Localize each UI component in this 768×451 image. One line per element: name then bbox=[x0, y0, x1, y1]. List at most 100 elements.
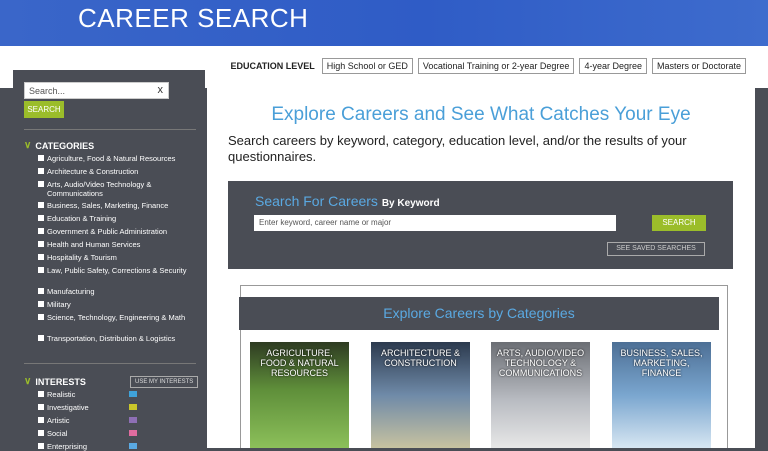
education-option-high-school[interactable]: High School or GED bbox=[321, 58, 413, 74]
education-option-4-year[interactable]: 4-year Degree bbox=[579, 58, 647, 74]
checkbox[interactable] bbox=[38, 155, 44, 161]
category-label: Transportation, Distribution & Logistics bbox=[47, 334, 176, 343]
category-tile-architecture[interactable]: ARCHITECTURE & CONSTRUCTION bbox=[371, 342, 470, 448]
category-item-military[interactable]: Military bbox=[38, 300, 188, 309]
sidebar-search-placeholder: Search... bbox=[29, 86, 66, 96]
tile-label: ARCHITECTURE & CONSTRUCTION bbox=[380, 348, 460, 368]
category-item-health[interactable]: Health and Human Services bbox=[38, 240, 188, 249]
category-label: Agriculture, Food & Natural Resources bbox=[47, 154, 176, 163]
checkbox[interactable] bbox=[38, 443, 44, 449]
clear-icon[interactable]: x bbox=[158, 84, 164, 96]
keyword-search-title-main: Search For Careers bbox=[255, 193, 378, 209]
checkbox[interactable] bbox=[38, 404, 44, 410]
category-label: Business, Sales, Marketing, Finance bbox=[47, 201, 169, 210]
category-label: Government & Public Administration bbox=[47, 227, 168, 236]
category-item-arts[interactable]: Arts, Audio/Video Technology & Communica… bbox=[38, 180, 188, 198]
categories-heading-label: CATEGORIES bbox=[35, 140, 95, 151]
interest-item-realistic[interactable]: Realistic bbox=[38, 390, 138, 399]
checkbox[interactable] bbox=[38, 267, 44, 273]
category-item-government[interactable]: Government & Public Administration bbox=[38, 227, 188, 236]
checkbox[interactable] bbox=[38, 181, 44, 187]
checkbox[interactable] bbox=[38, 301, 44, 307]
checkbox[interactable] bbox=[38, 288, 44, 294]
checkbox[interactable] bbox=[38, 241, 44, 247]
sidebar: Search... x SEARCH ∨ CATEGORIES Agricult… bbox=[13, 70, 205, 451]
checkbox[interactable] bbox=[38, 314, 44, 320]
keyword-search-title-sub: By Keyword bbox=[381, 198, 440, 209]
checkbox[interactable] bbox=[38, 168, 44, 174]
category-item-hospitality[interactable]: Hospitality & Tourism bbox=[38, 253, 188, 262]
category-tile-agriculture[interactable]: AGRICULTURE, FOOD & NATURAL RESOURCES bbox=[250, 342, 349, 448]
education-option-masters[interactable]: Masters or Doctorate bbox=[651, 58, 746, 74]
category-label: Hospitality & Tourism bbox=[47, 253, 117, 262]
category-label: Arts, Audio/Video Technology & Communica… bbox=[47, 180, 152, 198]
education-level-label: EDUCATION LEVEL bbox=[230, 61, 315, 71]
keyword-search-panel: Search For Careers By Keyword Enter keyw… bbox=[228, 181, 733, 269]
interest-label: Realistic bbox=[47, 390, 76, 399]
category-item-architecture[interactable]: Architecture & Construction bbox=[38, 167, 188, 176]
category-tile-arts[interactable]: ARTS, AUDIO/VIDEO TECHNOLOGY & COMMUNICA… bbox=[491, 342, 590, 448]
category-item-manufacturing[interactable]: Manufacturing bbox=[38, 287, 188, 296]
main-content: Explore Careers and See What Catches You… bbox=[207, 88, 755, 448]
interest-color-swatch bbox=[129, 417, 137, 423]
checkbox[interactable] bbox=[38, 430, 44, 436]
checkbox[interactable] bbox=[38, 417, 44, 423]
interest-item-artistic[interactable]: Artistic bbox=[38, 416, 138, 425]
tile-label: ARTS, AUDIO/VIDEO TECHNOLOGY & COMMUNICA… bbox=[496, 348, 585, 378]
page-title: CAREER SEARCH bbox=[78, 3, 309, 33]
checkbox[interactable] bbox=[38, 254, 44, 260]
chevron-down-icon: ∨ bbox=[24, 376, 32, 387]
interest-item-social[interactable]: Social bbox=[38, 429, 138, 438]
interest-color-swatch bbox=[129, 391, 137, 397]
main-description: Search careers by keyword, category, edu… bbox=[228, 133, 687, 164]
keyword-search-title: Search For Careers By Keyword bbox=[255, 193, 440, 209]
use-my-interests-button[interactable]: USE MY INTERESTS bbox=[130, 376, 199, 388]
sidebar-search-input[interactable]: Search... x bbox=[24, 82, 169, 99]
category-label: Manufacturing bbox=[47, 287, 95, 296]
category-item-agriculture[interactable]: Agriculture, Food & Natural Resources bbox=[38, 154, 188, 163]
category-item-science[interactable]: Science, Technology, Engineering & Math bbox=[38, 313, 188, 322]
tile-label: BUSINESS, SALES, MARKETING, FINANCE bbox=[620, 348, 703, 378]
tile-label: AGRICULTURE, FOOD & NATURAL RESOURCES bbox=[260, 348, 339, 378]
category-item-education[interactable]: Education & Training bbox=[38, 214, 188, 223]
category-label: Architecture & Construction bbox=[47, 167, 139, 176]
interests-heading[interactable]: ∨ INTERESTS bbox=[24, 376, 86, 387]
checkbox[interactable] bbox=[38, 228, 44, 234]
checkbox[interactable] bbox=[38, 215, 44, 221]
categories-heading[interactable]: ∨ CATEGORIES bbox=[24, 140, 94, 151]
category-label: Education & Training bbox=[47, 214, 117, 223]
interest-item-enterprising[interactable]: Enterprising bbox=[38, 442, 138, 451]
sidebar-divider bbox=[24, 363, 196, 364]
interest-color-swatch bbox=[129, 430, 137, 436]
keyword-search-input[interactable]: Enter keyword, career name or major bbox=[254, 215, 616, 231]
interest-label: Artistic bbox=[47, 416, 70, 425]
interest-label: Social bbox=[47, 429, 68, 438]
categories-heading-bar: Explore Careers by Categories bbox=[239, 297, 719, 330]
category-label: Health and Human Services bbox=[47, 240, 141, 249]
interest-color-swatch bbox=[129, 404, 137, 410]
category-item-law[interactable]: Law, Public Safety, Corrections & Securi… bbox=[38, 266, 188, 275]
interest-label: Investigative bbox=[47, 403, 89, 412]
category-label: Science, Technology, Engineering & Math bbox=[47, 313, 186, 322]
category-tile-business[interactable]: BUSINESS, SALES, MARKETING, FINANCE bbox=[612, 342, 711, 448]
see-saved-searches-button[interactable]: SEE SAVED SEARCHES bbox=[607, 242, 705, 256]
interest-item-investigative[interactable]: Investigative bbox=[38, 403, 138, 412]
checkbox[interactable] bbox=[38, 391, 44, 397]
category-label: Military bbox=[47, 300, 71, 309]
category-item-transportation[interactable]: Transportation, Distribution & Logistics bbox=[38, 334, 188, 343]
chevron-down-icon: ∨ bbox=[24, 140, 32, 151]
sidebar-search-button[interactable]: SEARCH bbox=[24, 101, 64, 118]
sidebar-divider bbox=[24, 129, 196, 130]
checkbox[interactable] bbox=[38, 335, 44, 341]
education-level-filter: EDUCATION LEVEL High School or GED Vocat… bbox=[230, 58, 746, 74]
main-heading: Explore Careers and See What Catches You… bbox=[271, 104, 691, 125]
keyword-search-button[interactable]: SEARCH bbox=[652, 215, 706, 231]
category-label: Law, Public Safety, Corrections & Securi… bbox=[47, 266, 187, 275]
page-header: CAREER SEARCH bbox=[0, 0, 768, 46]
category-item-business[interactable]: Business, Sales, Marketing, Finance bbox=[38, 201, 188, 210]
interest-label: Enterprising bbox=[47, 442, 88, 451]
interests-heading-label: INTERESTS bbox=[35, 376, 86, 387]
interest-color-swatch bbox=[129, 443, 137, 449]
checkbox[interactable] bbox=[38, 202, 44, 208]
education-option-vocational[interactable]: Vocational Training or 2-year Degree bbox=[417, 58, 575, 74]
